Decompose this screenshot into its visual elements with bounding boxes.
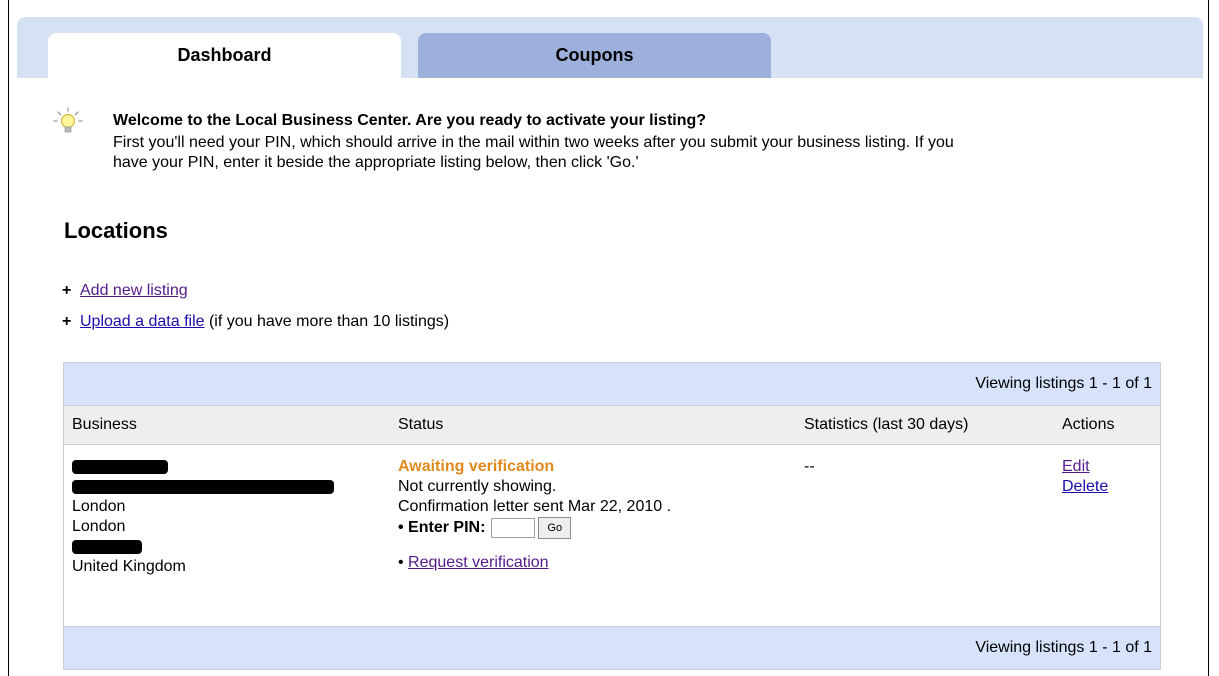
bullet: •	[398, 554, 409, 571]
status-showing: Not currently showing.	[398, 478, 557, 495]
plus-icon: +	[62, 282, 72, 299]
table-row: London London United Kingdom Awaiting ve…	[64, 445, 1160, 626]
column-header-business: Business	[72, 416, 137, 433]
add-listing-row: + Add new listing	[62, 282, 188, 300]
business-region: London	[72, 518, 126, 535]
tab-bar: Dashboard Coupons	[17, 17, 1203, 78]
upload-data-file-link[interactable]: Upload a data file	[80, 313, 205, 330]
viewing-listings-count-bottom: Viewing listings 1 - 1 of 1	[975, 639, 1152, 656]
pin-input[interactable]	[491, 518, 536, 538]
actions-cell: Edit Delete	[1062, 457, 1108, 497]
business-country: United Kingdom	[72, 558, 186, 575]
business-city: London	[72, 498, 126, 515]
status-letter-sent: Confirmation letter sent Mar 22, 2010 .	[398, 498, 672, 515]
status-cell: Awaiting verification Not currently show…	[398, 457, 671, 573]
edit-link[interactable]: Edit	[1062, 458, 1090, 475]
column-header-status: Status	[398, 416, 444, 433]
frame-border-right	[1208, 0, 1209, 676]
statistics-cell: --	[804, 458, 815, 475]
add-new-listing-link[interactable]: Add new listing	[80, 282, 188, 299]
frame-border-left	[8, 0, 9, 676]
business-cell: London London United Kingdom	[72, 457, 334, 577]
go-button[interactable]: Go	[538, 517, 572, 539]
redacted-postcode	[72, 540, 142, 554]
column-header-statistics: Statistics (last 30 days)	[804, 416, 969, 433]
tab-coupons-label: Coupons	[555, 45, 634, 65]
enter-pin-label: • Enter PIN:	[398, 519, 486, 537]
listings-count-banner-top: Viewing listings 1 - 1 of 1	[64, 363, 1160, 405]
welcome-title: Welcome to the Local Business Center. Ar…	[113, 112, 707, 129]
redacted-business-name	[72, 460, 168, 474]
listings-count-banner-bottom: Viewing listings 1 - 1 of 1	[64, 626, 1160, 669]
upload-data-file-row: + Upload a data file (if you have more th…	[62, 313, 449, 331]
redacted-street-address	[72, 480, 334, 494]
viewing-listings-count: Viewing listings 1 - 1 of 1	[975, 375, 1152, 392]
tab-dashboard[interactable]: Dashboard	[48, 33, 401, 78]
request-verification-link[interactable]: Request verification	[408, 554, 549, 571]
listings-table: Viewing listings 1 - 1 of 1 Business Sta…	[63, 362, 1161, 670]
upload-data-file-note: (if you have more than 10 listings)	[204, 313, 450, 330]
locations-heading: Locations	[64, 218, 168, 243]
welcome-body: First you'll need your PIN, which should…	[113, 134, 954, 171]
tab-dashboard-label: Dashboard	[177, 45, 272, 65]
status-awaiting-verification: Awaiting verification	[398, 458, 555, 475]
plus-icon: +	[62, 313, 72, 330]
dashboard-content: Welcome to the Local Business Center. Ar…	[17, 78, 1203, 676]
column-header-actions: Actions	[1062, 416, 1115, 433]
tab-coupons[interactable]: Coupons	[418, 33, 771, 78]
delete-link[interactable]: Delete	[1062, 478, 1108, 495]
request-verification-row: • Request verification	[398, 553, 671, 573]
pin-entry: • Enter PIN: Go	[398, 517, 671, 539]
table-header: Business Status Statistics (last 30 days…	[64, 405, 1160, 445]
lightbulb-icon	[53, 107, 83, 142]
